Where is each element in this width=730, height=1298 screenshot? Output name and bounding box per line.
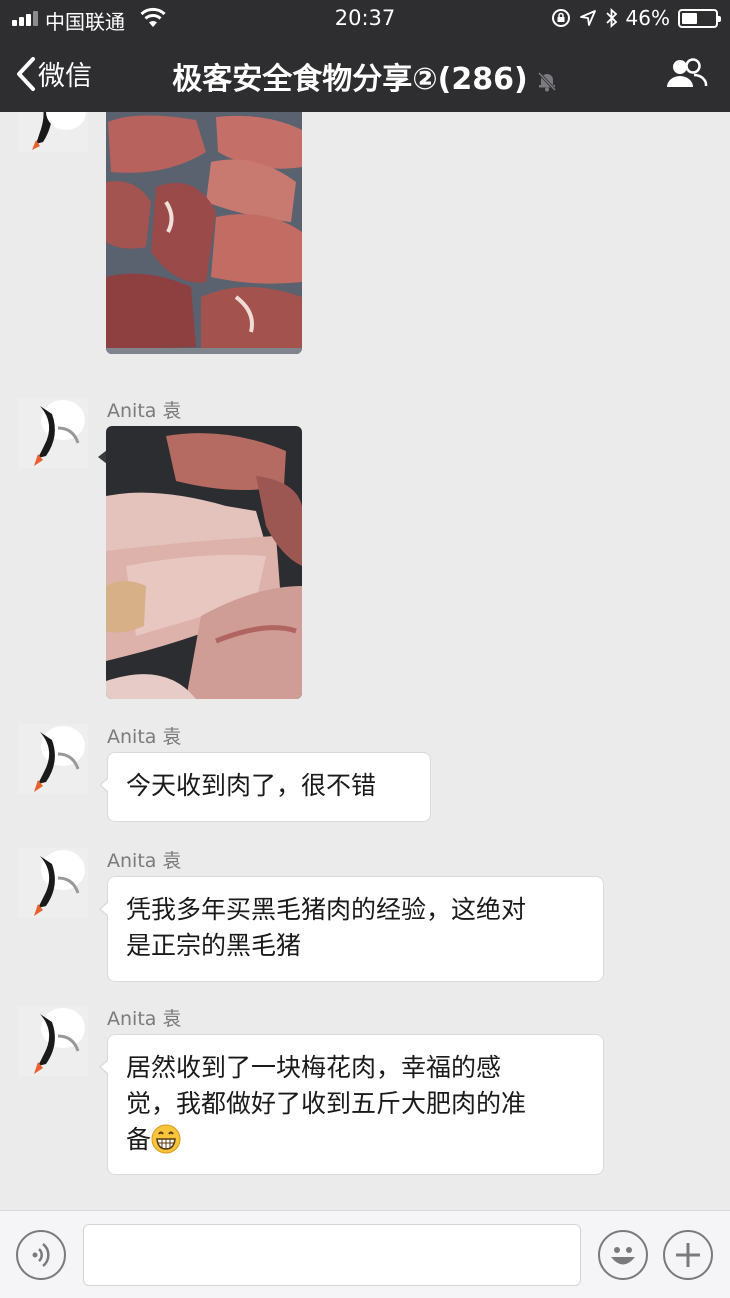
sender-name: Anita 袁 — [107, 850, 182, 872]
message-bubble[interactable]: 今天收到肉了，很不错 — [99, 752, 431, 822]
chat-title: 极客安全食物分享②(286) — [0, 54, 730, 98]
sender-name: Anita 袁 — [107, 400, 182, 422]
location-arrow-icon — [579, 10, 596, 26]
voice-icon — [32, 1243, 50, 1267]
voice-toggle-button[interactable] — [16, 1230, 66, 1280]
chat-photo[interactable] — [106, 112, 302, 354]
swan-avatar-image — [18, 398, 88, 468]
chat-area[interactable]: Anita 袁 Anita 袁 今天收到肉了，很不错 Anita 袁 凭我多年买… — [0, 112, 730, 1210]
message-text-line: 是正宗的黑毛猪 — [126, 931, 302, 960]
swan-avatar-image — [18, 1006, 88, 1076]
message-bubble[interactable]: 居然收到了一块梅花肉，幸福的感 觉，我都做好了收到五斤大肥肉的准 备 — [99, 1034, 604, 1175]
emoji-button[interactable] — [598, 1230, 648, 1280]
message-text-line: 居然收到了一块梅花肉，幸福的感 — [126, 1053, 502, 1082]
smiley-icon — [611, 1247, 635, 1265]
message-bubble[interactable]: 凭我多年买黑毛猪肉的经验，这绝对 是正宗的黑毛猪 — [99, 876, 604, 982]
message-text: 今天收到肉了，很不错 — [126, 771, 377, 800]
message-input[interactable] — [83, 1224, 581, 1286]
avatar[interactable] — [18, 724, 88, 794]
input-bar — [0, 1210, 730, 1298]
avatar[interactable] — [18, 398, 88, 468]
pork-tray-image — [106, 112, 302, 354]
sender-name: Anita 袁 — [107, 726, 182, 748]
plus-icon — [676, 1243, 700, 1267]
mute-bell-icon — [537, 71, 556, 91]
battery-icon — [678, 8, 721, 28]
status-bar: 中国联通 20:37 46% — [0, 0, 730, 38]
swan-avatar-image — [18, 112, 88, 152]
avatar[interactable] — [18, 112, 88, 152]
group-members-icon[interactable] — [666, 56, 708, 90]
message-text-line: 觉，我都做好了收到五斤大肥肉的准 — [126, 1089, 527, 1118]
message-text-line-end: 备 — [126, 1125, 152, 1154]
message-text-line: 凭我多年买黑毛猪肉的经验，这绝对 — [126, 895, 527, 924]
chat-photo[interactable] — [106, 426, 302, 699]
grinning-face-emoji-icon — [151, 1124, 181, 1154]
swan-avatar-image — [18, 724, 88, 794]
more-options-button[interactable] — [663, 1230, 713, 1280]
avatar[interactable] — [18, 848, 88, 918]
battery-percent: 46% — [625, 6, 670, 30]
sender-name: Anita 袁 — [107, 1008, 182, 1030]
avatar[interactable] — [18, 1006, 88, 1076]
bluetooth-icon — [605, 8, 617, 28]
nav-bar: 微信 极客安全食物分享②(286) — [0, 38, 730, 112]
rotation-lock-icon — [551, 9, 570, 27]
pork-in-hand-image — [106, 426, 302, 699]
top-header: 中国联通 20:37 46% 微信 极客安全食物分享②(286) — [0, 0, 730, 112]
message-text-line: 备 — [126, 1122, 585, 1158]
chat-title-text: 极客安全食物分享②(286) — [172, 62, 528, 97]
swan-avatar-image — [18, 848, 88, 918]
